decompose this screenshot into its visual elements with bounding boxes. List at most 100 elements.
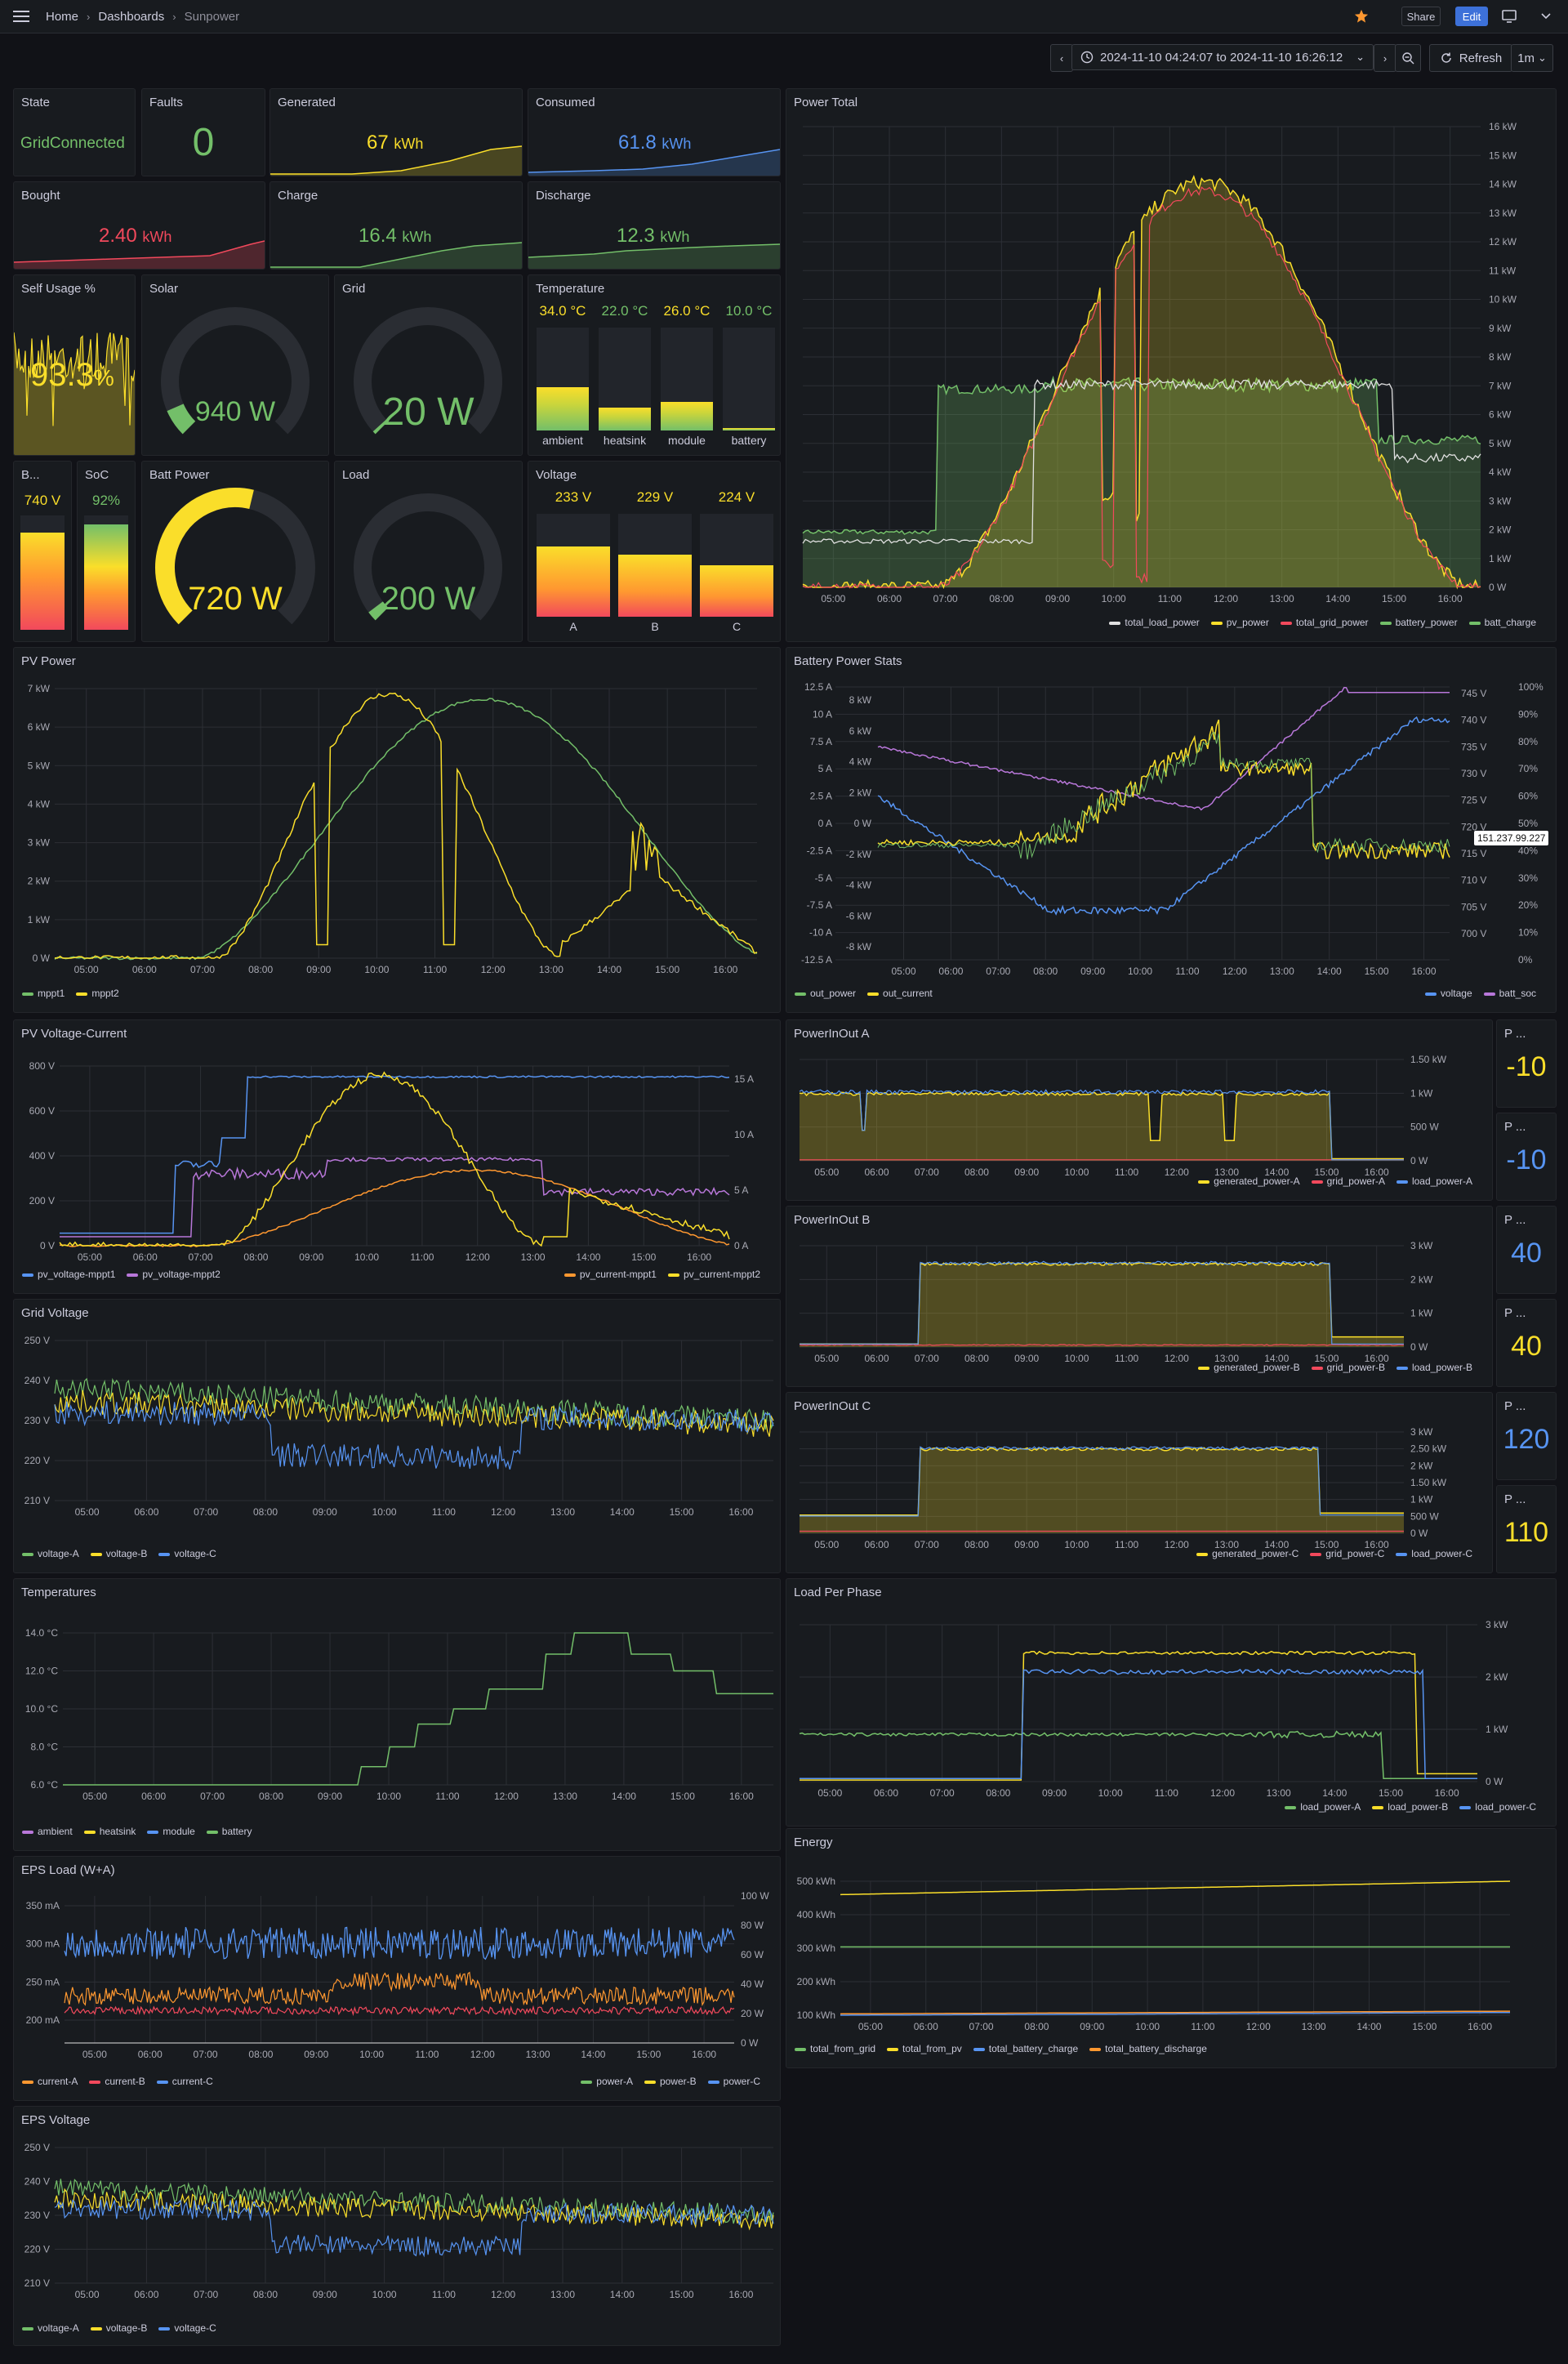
breadcrumb-dashboards[interactable]: Dashboards [98,10,164,24]
legend-item[interactable]: load_power-A [1396,1175,1472,1187]
x-tick-label: 08:00 [964,1539,989,1550]
legend-item[interactable]: load_power-C [1459,1801,1536,1813]
x-tick-label: 16:00 [728,2289,753,2300]
legend-item[interactable]: voltage-C [158,1548,216,1559]
x-tick-label: 15:00 [655,964,679,975]
legend-item[interactable]: mppt1 [22,988,65,999]
legend-item[interactable]: current-B [89,2076,145,2087]
out-power-line [877,719,1450,860]
legend-item[interactable]: pv_current-mppt1 [564,1269,657,1280]
legend-item[interactable]: load_power-C [1396,1548,1472,1559]
legend-item[interactable]: heatsink [83,1826,136,1837]
bar-value: 26.0 °C [663,303,710,319]
powerinout-b-panel: PowerInOut B 3 kW 2 kW 1 kW 0 W 05:00 06:00 07… [786,1206,1493,1387]
legend-item[interactable]: pv_voltage-mppt1 [22,1269,115,1280]
legend-item[interactable]: voltage-B [90,2322,147,2334]
legend-item[interactable]: total_battery_charge [973,2043,1078,2054]
legend-item[interactable]: out_power [795,988,856,999]
y-tick-label: 0 A [818,818,832,829]
x-tick-label: 11:00 [1158,593,1182,604]
star-icon[interactable] [1354,0,1369,33]
hover-tooltip: 151.237.99.227 [1474,831,1549,845]
x-tick-label: 15:00 [636,2049,661,2060]
legend-item[interactable]: power-B [644,2076,697,2087]
refresh-button[interactable]: Refresh [1429,44,1512,72]
legend-item[interactable]: load_power-A [1285,1801,1361,1813]
legend-item[interactable]: power-A [581,2076,633,2087]
legend-item[interactable]: pv_current-mppt2 [667,1269,760,1280]
y-tick-label: 1 kW [1410,1087,1433,1099]
battery-voltage-panel: B... 740 V [13,461,72,642]
x-tick-label: 14:00 [1356,2021,1381,2032]
x-tick-label: 11:00 [1155,1787,1178,1799]
power-total-panel: Power Total 16 kW 15 kW 14 kW 13 kW 12 kW 11 … [786,88,1557,642]
x-tick-label: 06:00 [874,1787,898,1799]
x-tick-label: 07:00 [969,2021,994,2032]
legend-item[interactable]: generated_power-A [1198,1175,1300,1187]
legend-item[interactable]: voltage-C [158,2322,216,2334]
legend-item[interactable]: total_load_power [1109,617,1200,628]
legend-item[interactable]: battery_power [1379,617,1458,628]
legend-item[interactable]: pv_voltage-mppt2 [127,1269,220,1280]
tv-mode-icon[interactable] [1501,0,1517,33]
x-tick-label: 12:00 [1223,966,1247,977]
share-button[interactable]: Share [1401,7,1441,26]
chevron-down-icon[interactable] [1540,0,1552,33]
legend-item[interactable]: load_power-B [1372,1801,1448,1813]
legend-item[interactable]: total_from_pv [887,2043,962,2054]
legend-item[interactable]: current-A [22,2076,78,2087]
load-panel: Load 200 W [334,461,523,642]
legend-item[interactable]: batt_charge [1468,617,1536,628]
refresh-interval-picker[interactable]: 1m ⌄ [1511,44,1553,72]
x-tick-label: 12:00 [470,2049,495,2060]
charge-value: 16.4 [359,225,397,247]
chevron-down-icon: ⌄ [1356,51,1365,63]
x-tick-label: 08:00 [253,1506,278,1518]
legend-item[interactable]: total_battery_discharge [1089,2043,1207,2054]
legend-item[interactable]: generated_power-B [1198,1362,1300,1373]
x-tick-label: 05:00 [821,593,845,604]
legend-item[interactable]: battery [206,1826,252,1837]
legend-item[interactable]: generated_power-C [1196,1548,1298,1559]
breadcrumb-home[interactable]: Home [46,10,78,24]
panel-title: B... [21,468,40,482]
panel-title: State [21,96,51,109]
legend-item[interactable]: grid_power-B [1311,1362,1385,1373]
legend-item[interactable]: current-C [156,2076,213,2087]
legend-item[interactable]: voltage-A [22,1548,79,1559]
legend-item[interactable]: module [147,1826,195,1837]
panel-title: P ... [1504,1306,1526,1320]
legend-item[interactable]: load_power-B [1396,1362,1472,1373]
legend-item[interactable]: voltage [1424,988,1472,999]
legend-item[interactable]: grid_power-C [1310,1548,1384,1559]
legend-item[interactable]: total_from_grid [795,2043,875,2054]
x-tick-label: 08:00 [253,2289,278,2300]
bar-track [618,514,692,617]
legend-item[interactable]: batt_soc [1483,988,1536,999]
chart-legend: voltage-A voltage-B voltage-C [22,2322,216,2334]
panel-title: P ... [1504,1027,1526,1041]
x-tick-label: 10:00 [1135,2021,1160,2032]
y-tick-label: 6.0 °C [31,1779,59,1791]
legend-item[interactable]: voltage-A [22,2322,79,2334]
legend-item[interactable]: total_grid_power [1280,617,1369,628]
legend-item[interactable]: pv_power [1210,617,1269,628]
time-back-button[interactable]: ‹ [1050,44,1073,72]
temperature-panel: Temperature 34.0 °C ambient 22.0 °C heatsin… [528,274,781,456]
legend-item[interactable]: mppt2 [76,988,119,999]
edit-button[interactable]: Edit [1455,7,1488,26]
grid-value: 20 W [382,390,474,434]
y-tick-label: 8 kW [1489,351,1512,363]
legend-item[interactable]: power-C [707,2076,760,2087]
menu-icon[interactable] [13,0,31,33]
consumed-unit: kWh [662,136,692,152]
legend-item[interactable]: grid_power-A [1311,1175,1385,1187]
y-tick-label: 0 W [1410,1341,1428,1353]
legend-item[interactable]: voltage-B [90,1548,147,1559]
time-range-picker[interactable]: 2024-11-10 04:24:07 to 2024-11-10 16:26:… [1071,44,1374,70]
zoom-out-button[interactable] [1395,44,1421,72]
grid-voltage-chart: 250 V 240 V 230 V 220 V 210 V 05:00 06:00 07:00… [24,1335,774,1518]
legend-item[interactable]: ambient [22,1826,73,1837]
time-forward-button[interactable]: › [1374,44,1396,72]
legend-item[interactable]: out_current [867,988,933,999]
